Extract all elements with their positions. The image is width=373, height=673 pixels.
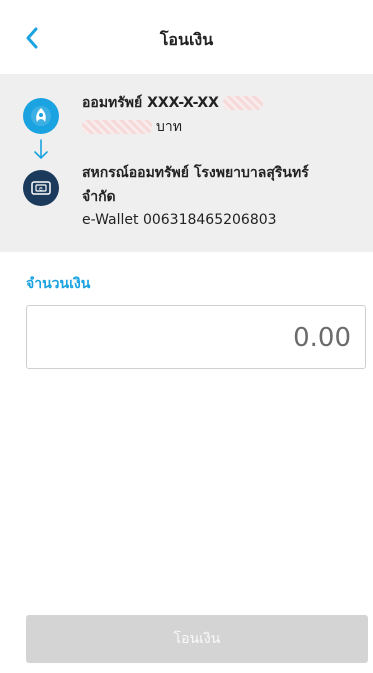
page-title: โอนเงิน [159, 30, 214, 49]
from-account-label: ออมทรัพย์ XXX-X-XX [82, 92, 263, 114]
transfer-summary-panel: e ออมทรัพย์ XXX-X-XX บาท สหกรณ์ออมทรัพย์… [0, 74, 373, 252]
to-wallet-id: e-Wallet 006318465206803 [82, 212, 277, 228]
amount-label: จำนวนเงิน [26, 276, 91, 292]
to-name-line1: สหกรณ์ออมทรัพย์ โรงพยาบาลสุรินทร์ [82, 165, 309, 181]
to-name-line2: จำกัด [82, 189, 116, 205]
wallet-icon: e [23, 170, 59, 206]
masked-balance [82, 120, 152, 134]
transfer-button[interactable]: โอนเงิน [26, 615, 368, 663]
wallet-card-icon: e [31, 181, 51, 195]
top-bar: โอนเงิน [0, 0, 373, 76]
arrow-down-icon [34, 139, 48, 160]
masked-digits [222, 96, 263, 110]
amount-field[interactable] [26, 305, 366, 370]
from-balance: บาท [82, 116, 182, 138]
kbank-logo-icon [23, 98, 59, 134]
svg-text:e: e [39, 186, 43, 193]
amount-input[interactable] [49, 306, 353, 370]
leaf-logo-icon [31, 106, 51, 126]
